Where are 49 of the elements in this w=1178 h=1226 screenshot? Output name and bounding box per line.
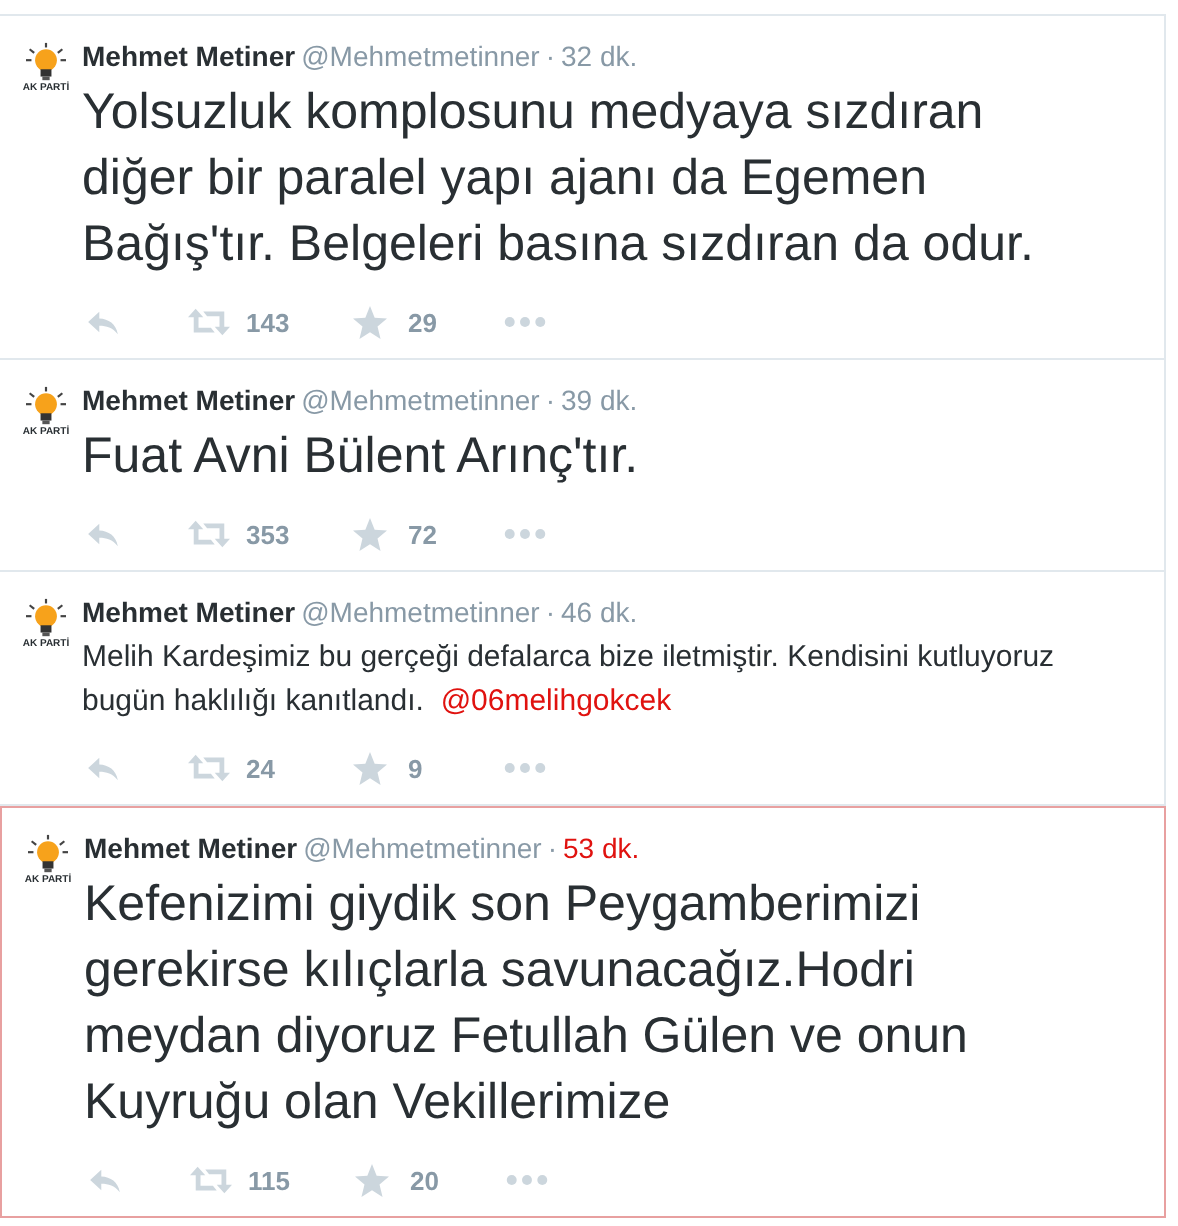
author-handle[interactable]: @Mehmetmetinner [303,832,542,864]
author-name[interactable]: Mehmet Metiner [82,384,296,416]
lightbulb-icon [24,386,68,426]
separator-dot: · [545,596,556,628]
retweet-icon[interactable] [188,754,230,782]
favorite-star-icon[interactable] [352,751,388,785]
lightbulb-icon [24,598,68,638]
timestamp[interactable]: 39 dk. [561,384,638,416]
retweet-icon[interactable] [188,308,230,336]
retweet-count: 24 [246,753,275,783]
reply-icon[interactable] [86,309,120,335]
more-icon[interactable] [504,762,546,774]
favorite-count: 29 [408,307,437,337]
lightbulb-icon [24,42,68,82]
timestamp[interactable]: 46 dk. [561,596,638,628]
author-handle[interactable]: @Mehmetmetinner [301,40,540,72]
retweet-count: 353 [246,519,290,549]
more-icon[interactable] [506,1174,548,1186]
retweet-count: 143 [246,307,290,337]
author-handle[interactable]: @Mehmetmetinner [301,384,540,416]
mention-link[interactable]: @06melihgokcek [440,684,672,718]
separator-dot: · [545,40,556,72]
tweet-text: Melih Kardeşimiz bu gerçeği defalarca bize iletmiştir. Kendisini kutluyoruz bugün haklılığı kanıtlandı. @06melihgokcek [82,638,1057,722]
reply-icon[interactable] [88,1167,122,1193]
tweet-text: Kefenizimi giydik son Peygamberimizi gerekirse kılıçlarla savunacağız.Hodri meydan diyoruz Fetullah Gülen ve onun Kuyruğu olan Vekillerimize [84,874,970,1134]
author-handle[interactable]: @Mehmetmetinner [301,596,540,628]
reply-icon[interactable] [86,521,120,547]
more-icon[interactable] [504,316,546,328]
timestamp[interactable]: 53 dk. [563,832,640,864]
more-icon[interactable] [504,528,546,540]
author-name[interactable]: Mehmet Metiner [82,40,296,72]
retweet-count: 115 [248,1165,290,1195]
favorite-star-icon[interactable] [354,1163,390,1197]
retweet-icon[interactable] [190,1166,232,1194]
favorite-count: 20 [410,1165,439,1195]
retweet-icon[interactable] [188,520,230,548]
separator-dot: · [547,832,558,864]
tweet-text: Fuat Avni Bülent Arınç'tır. [82,426,641,488]
favorite-count: 72 [408,519,437,549]
author-name[interactable]: Mehmet Metiner [82,596,296,628]
favorite-count: 9 [408,753,423,783]
lightbulb-icon [26,834,70,874]
reply-icon[interactable] [86,755,120,781]
timestamp[interactable]: 32 dk. [561,40,638,72]
favorite-star-icon[interactable] [352,305,388,339]
tweet-text: Yolsuzluk komplosunu medyaya sızdıran diğer bir paralel yapı ajanı da Egemen Bağış'tır. Belgeleri basına sızdıran da odur. [82,82,1036,276]
favorite-star-icon[interactable] [352,517,388,551]
separator-dot: · [545,384,556,416]
author-name[interactable]: Mehmet Metiner [84,832,298,864]
